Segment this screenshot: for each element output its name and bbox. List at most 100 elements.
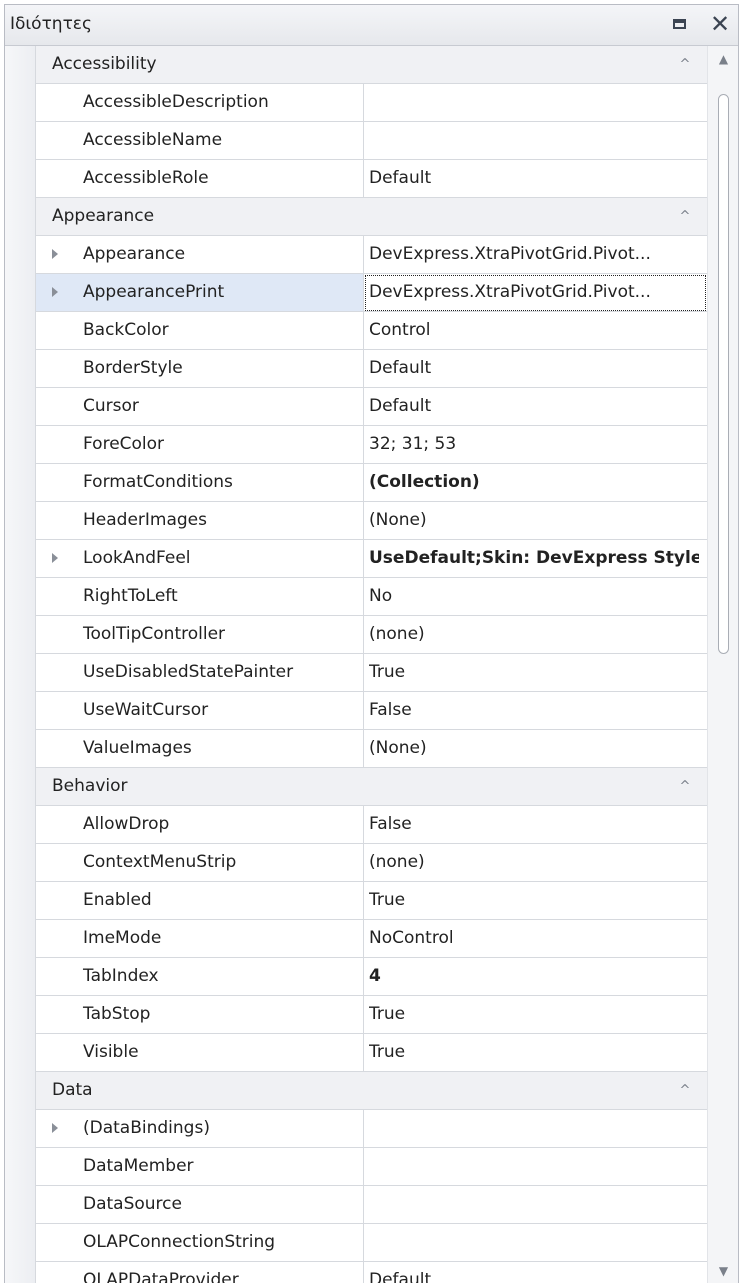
collapse-category-icon[interactable]: ^ (675, 54, 695, 74)
expand-arrow-icon[interactable] (52, 249, 58, 259)
property-name-cell[interactable]: AccessibleName (36, 122, 364, 160)
property-row[interactable]: AppearancePrint DevExpress.XtraPivotGrid.… (5, 274, 707, 312)
category-row[interactable]: Data ^ (5, 1072, 707, 1110)
property-value-cell[interactable]: UseDefault;Skin: DevExpress Style (364, 540, 707, 578)
property-name-cell[interactable]: OLAPDataProvider (36, 1262, 364, 1283)
property-row[interactable]: RightToLeft No (5, 578, 707, 616)
property-row[interactable]: DataMember (5, 1148, 707, 1186)
scroll-down-arrow-icon[interactable]: ▼ (708, 1260, 738, 1282)
property-row[interactable]: TabStop True (5, 996, 707, 1034)
property-value-cell[interactable]: Default (364, 1262, 707, 1283)
title-bar[interactable]: Ιδιότητες ✕ (5, 5, 738, 46)
property-name-cell[interactable]: Visible (36, 1034, 364, 1072)
property-row[interactable]: OLAPConnectionString (5, 1224, 707, 1262)
property-value-cell[interactable]: DevExpress.XtraPivotGrid.Pivot... (364, 274, 707, 312)
property-name-cell[interactable]: AppearancePrint (36, 274, 364, 312)
property-value-cell[interactable] (364, 1148, 707, 1186)
property-row[interactable]: ToolTipController (none) (5, 616, 707, 654)
property-row[interactable]: DataSource (5, 1186, 707, 1224)
property-row[interactable]: Appearance DevExpress.XtraPivotGrid.Pivot… (5, 236, 707, 274)
property-name-cell[interactable]: RightToLeft (36, 578, 364, 616)
property-value-cell[interactable] (364, 1110, 707, 1148)
property-row[interactable]: HeaderImages (None) (5, 502, 707, 540)
property-row[interactable]: OLAPDataProvider Default (5, 1262, 707, 1283)
property-name-cell[interactable]: FormatConditions (36, 464, 364, 502)
property-name-cell[interactable]: DataSource (36, 1186, 364, 1224)
property-value-cell[interactable]: False (364, 806, 707, 844)
property-name-cell[interactable]: ForeColor (36, 426, 364, 464)
property-name-cell[interactable]: LookAndFeel (36, 540, 364, 578)
property-name-cell[interactable]: BackColor (36, 312, 364, 350)
property-name-cell[interactable]: BorderStyle (36, 350, 364, 388)
scrollbar-thumb[interactable] (718, 94, 729, 654)
property-value-cell[interactable]: True (364, 1034, 707, 1072)
property-value-cell[interactable]: No (364, 578, 707, 616)
close-icon[interactable]: ✕ (707, 11, 733, 37)
property-value-cell[interactable]: (None) (364, 502, 707, 540)
property-row[interactable]: FormatConditions (Collection) (5, 464, 707, 502)
property-value-cell[interactable]: Default (364, 350, 707, 388)
property-value-cell[interactable]: DevExpress.XtraPivotGrid.Pivot... (364, 236, 707, 274)
property-value-cell[interactable]: (None) (364, 730, 707, 768)
property-value-cell[interactable]: True (364, 996, 707, 1034)
property-value-cell[interactable] (364, 84, 707, 122)
property-row[interactable]: BackColor Control (5, 312, 707, 350)
property-name-cell[interactable]: ValueImages (36, 730, 364, 768)
property-name-cell[interactable]: AccessibleRole (36, 160, 364, 198)
property-row[interactable]: UseDisabledStatePainter True (5, 654, 707, 692)
expand-arrow-icon[interactable] (52, 553, 58, 563)
property-value-cell[interactable]: Control (364, 312, 707, 350)
property-value-cell[interactable]: Default (364, 160, 707, 198)
property-name-cell[interactable]: OLAPConnectionString (36, 1224, 364, 1262)
property-name-cell[interactable]: Appearance (36, 236, 364, 274)
property-name-cell[interactable]: UseWaitCursor (36, 692, 364, 730)
property-row[interactable]: AccessibleRole Default (5, 160, 707, 198)
property-row[interactable]: AccessibleDescription (5, 84, 707, 122)
property-name-cell[interactable]: TabIndex (36, 958, 364, 996)
property-row[interactable]: LookAndFeel UseDefault;Skin: DevExpress S… (5, 540, 707, 578)
property-value-cell[interactable]: NoControl (364, 920, 707, 958)
property-value-cell[interactable]: True (364, 882, 707, 920)
property-value-cell[interactable]: (Collection) (364, 464, 707, 502)
property-value-cell[interactable]: True (364, 654, 707, 692)
property-row[interactable]: Cursor Default (5, 388, 707, 426)
property-row[interactable]: AccessibleName (5, 122, 707, 160)
property-value-cell[interactable]: (none) (364, 616, 707, 654)
property-name-cell[interactable]: HeaderImages (36, 502, 364, 540)
property-name-cell[interactable]: AllowDrop (36, 806, 364, 844)
vertical-scrollbar[interactable]: ▲ ▼ (707, 46, 738, 1283)
property-value-cell[interactable]: 4 (364, 958, 707, 996)
property-row[interactable]: ContextMenuStrip (none) (5, 844, 707, 882)
property-value-cell[interactable] (364, 1224, 707, 1262)
property-value-cell[interactable]: False (364, 692, 707, 730)
property-value-cell[interactable]: Default (364, 388, 707, 426)
property-row[interactable]: BorderStyle Default (5, 350, 707, 388)
property-value-cell[interactable] (364, 1186, 707, 1224)
property-row[interactable]: (DataBindings) (5, 1110, 707, 1148)
property-row[interactable]: UseWaitCursor False (5, 692, 707, 730)
property-name-cell[interactable]: DataMember (36, 1148, 364, 1186)
property-name-cell[interactable]: ImeMode (36, 920, 364, 958)
property-name-cell[interactable]: Enabled (36, 882, 364, 920)
property-name-cell[interactable]: ToolTipController (36, 616, 364, 654)
expand-arrow-icon[interactable] (52, 287, 58, 297)
property-row[interactable]: ValueImages (None) (5, 730, 707, 768)
property-name-cell[interactable]: TabStop (36, 996, 364, 1034)
expand-arrow-icon[interactable] (52, 1123, 58, 1133)
property-name-cell[interactable]: UseDisabledStatePainter (36, 654, 364, 692)
scroll-up-arrow-icon[interactable]: ▲ (708, 48, 738, 70)
property-row[interactable]: TabIndex 4 (5, 958, 707, 996)
collapse-category-icon[interactable]: ^ (675, 776, 695, 796)
property-value-cell[interactable]: (none) (364, 844, 707, 882)
collapse-category-icon[interactable]: ^ (675, 1080, 695, 1100)
property-value-cell[interactable]: 32; 31; 53 (364, 426, 707, 464)
property-row[interactable]: ForeColor 32; 31; 53 (5, 426, 707, 464)
property-name-cell[interactable]: ContextMenuStrip (36, 844, 364, 882)
property-value-cell[interactable] (364, 122, 707, 160)
property-name-cell[interactable]: AccessibleDescription (36, 84, 364, 122)
property-row[interactable]: Visible True (5, 1034, 707, 1072)
category-row[interactable]: Appearance ^ (5, 198, 707, 236)
property-row[interactable]: AllowDrop False (5, 806, 707, 844)
property-name-cell[interactable]: (DataBindings) (36, 1110, 364, 1148)
property-row[interactable]: Enabled True (5, 882, 707, 920)
